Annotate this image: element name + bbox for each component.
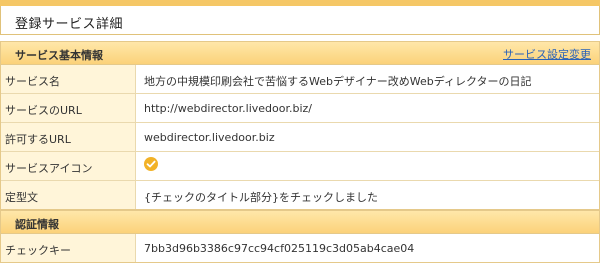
row-label: サービスアイコン: [1, 152, 136, 180]
check-key-value: 7bb3d96b3386c97cc94cf025119c3d05ab4cae04: [144, 242, 415, 255]
service-info-table: サービス名 地方の中規模印刷会社で苦悩するWebデザイナー改めWebディレクター…: [1, 65, 599, 209]
table-row: 許可するURL webdirector.livedoor.biz: [1, 122, 599, 151]
auth-info-title: 認証情報: [15, 218, 59, 231]
service-info-header: サービス基本情報 サービス設定変更: [1, 42, 599, 65]
row-label: 定型文: [1, 181, 136, 209]
edit-service-settings-link[interactable]: サービス設定変更: [503, 46, 591, 62]
check-badge-icon: [144, 157, 158, 171]
service-icon-value: [136, 152, 599, 180]
auth-info-section: 認証情報 チェックキー 7bb3d96b3386c97cc94cf025119c…: [0, 210, 600, 263]
allowed-url-value: webdirector.livedoor.biz: [144, 131, 275, 144]
table-row: サービスアイコン: [1, 151, 599, 180]
service-info-section: サービス基本情報 サービス設定変更 サービス名 地方の中規模印刷会社で苦悩するW…: [0, 41, 600, 210]
page-header: 登録サービス詳細: [0, 6, 600, 35]
table-row: 定型文 {チェックのタイトル部分}をチェックしました: [1, 180, 599, 209]
row-label: チェックキー: [1, 234, 136, 262]
page-title: 登録サービス詳細: [15, 17, 124, 32]
row-label: サービスのURL: [1, 94, 136, 122]
row-label: サービス名: [1, 65, 136, 93]
auth-info-table: チェックキー 7bb3d96b3386c97cc94cf025119c3d05a…: [1, 234, 599, 262]
row-label: 許可するURL: [1, 123, 136, 151]
auth-info-header: 認証情報: [1, 211, 599, 234]
table-row: サービスのURL http://webdirector.livedoor.biz…: [1, 93, 599, 122]
template-text-value: {チェックのタイトル部分}をチェックしました: [144, 191, 378, 204]
table-row: サービス名 地方の中規模印刷会社で苦悩するWebデザイナー改めWebディレクター…: [1, 65, 599, 93]
service-name-value: 地方の中規模印刷会社で苦悩するWebデザイナー改めWebディレクターの日記: [144, 75, 532, 88]
table-row: チェックキー 7bb3d96b3386c97cc94cf025119c3d05a…: [1, 234, 599, 262]
service-info-title: サービス基本情報: [15, 49, 103, 62]
service-url-value: http://webdirector.livedoor.biz/: [144, 102, 312, 115]
